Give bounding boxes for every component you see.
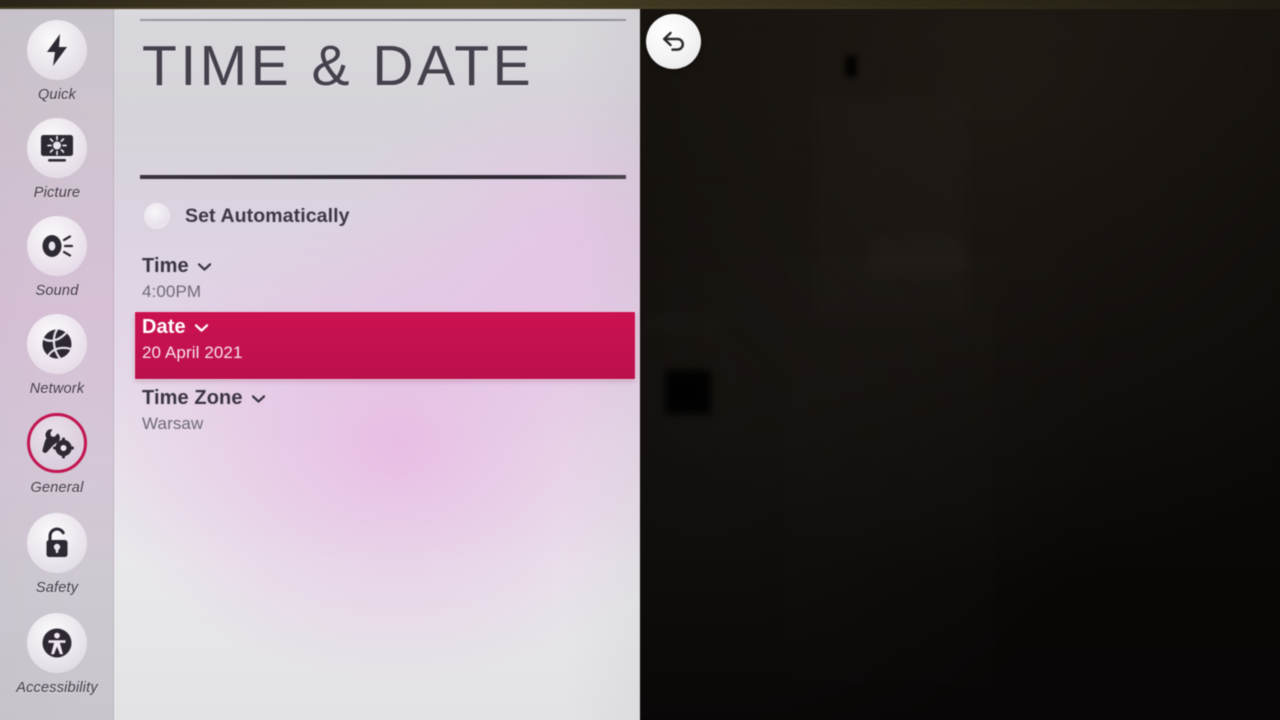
room-shape [640,318,726,332]
setting-row-title: Time Zone [142,387,243,409]
setting-row-title-wrap: Time [142,255,626,278]
sidebar-item-label: General [30,480,84,496]
room-shape [845,55,857,77]
sidebar-item-network[interactable]: Network [0,314,114,397]
divider-bottom [140,175,626,179]
display-brightness-icon [41,135,73,162]
sidebar-icon-wrap [27,613,87,673]
settings-sidebar: Quick Picture Sound Network General Safe… [0,8,114,720]
setting-row-title-wrap: Date [142,316,635,339]
room-shape [868,236,968,276]
set-automatically-label: Set Automatically [185,204,350,227]
settings-panel: Quick Picture Sound Network General Safe… [0,8,640,720]
sidebar-item-picture[interactable]: Picture [0,118,114,201]
sidebar-item-label: Safety [35,580,79,596]
setting-row-time-zone[interactable]: Time Zone Warsaw [140,383,626,440]
set-automatically-checkbox[interactable] [144,203,170,229]
sidebar-item-label: Network [29,381,85,397]
sidebar-icon-wrap [27,20,87,80]
sidebar-item-accessibility[interactable]: Accessibility [0,613,114,696]
setting-row-date[interactable]: Date 20 April 2021 [135,312,635,379]
divider-top [140,19,626,21]
sidebar-item-safety[interactable]: Safety [0,513,114,596]
room-shape [665,370,711,414]
setting-row-time[interactable]: Time 4:00PM [140,251,626,308]
sidebar-icon-wrap-selected [27,413,87,473]
sidebar-icon-wrap [27,314,87,374]
sidebar-icon-wrap [27,216,87,276]
tv-screen: Quick Picture Sound Network General Safe… [0,0,1280,720]
padlock-icon [46,527,68,557]
settings-content: TIME & DATE Set Automatically Time 4:00P… [135,8,640,720]
setting-row-title: Time [142,255,189,277]
sidebar-item-sound[interactable]: Sound [0,216,114,299]
tv-top-bezel-highlight [0,7,1280,9]
room-shape [812,92,972,322]
sidebar-item-label: Accessibility [16,680,98,696]
page-title: TIME & DATE [142,34,535,98]
accessibility-person-icon [42,628,72,658]
back-arrow-icon [662,31,684,51]
chevron-down-icon [251,394,265,403]
setting-row-value: 4:00PM [142,282,202,301]
chevron-down-icon [197,262,211,271]
back-button[interactable] [646,14,701,69]
chevron-down-icon [194,323,208,332]
setting-row-value: Warsaw [142,414,204,433]
setting-row-title: Date [142,316,186,338]
setting-row-value: 20 April 2021 [142,343,243,362]
setting-row-title-wrap: Time Zone [142,387,626,410]
sidebar-item-label: Sound [35,283,79,299]
globe-icon [42,328,73,360]
wrench-gear-icon [42,429,74,459]
set-automatically-row[interactable]: Set Automatically [140,196,626,236]
speaker-icon [42,235,74,257]
sidebar-item-label: Picture [33,185,81,201]
sidebar-icon-wrap [27,513,87,573]
sidebar-item-quick[interactable]: Quick [0,20,114,103]
sidebar-item-general[interactable]: General [0,413,114,496]
lightning-bolt-icon [47,34,67,66]
sidebar-icon-wrap [27,118,87,178]
sidebar-item-label: Quick [37,87,77,103]
